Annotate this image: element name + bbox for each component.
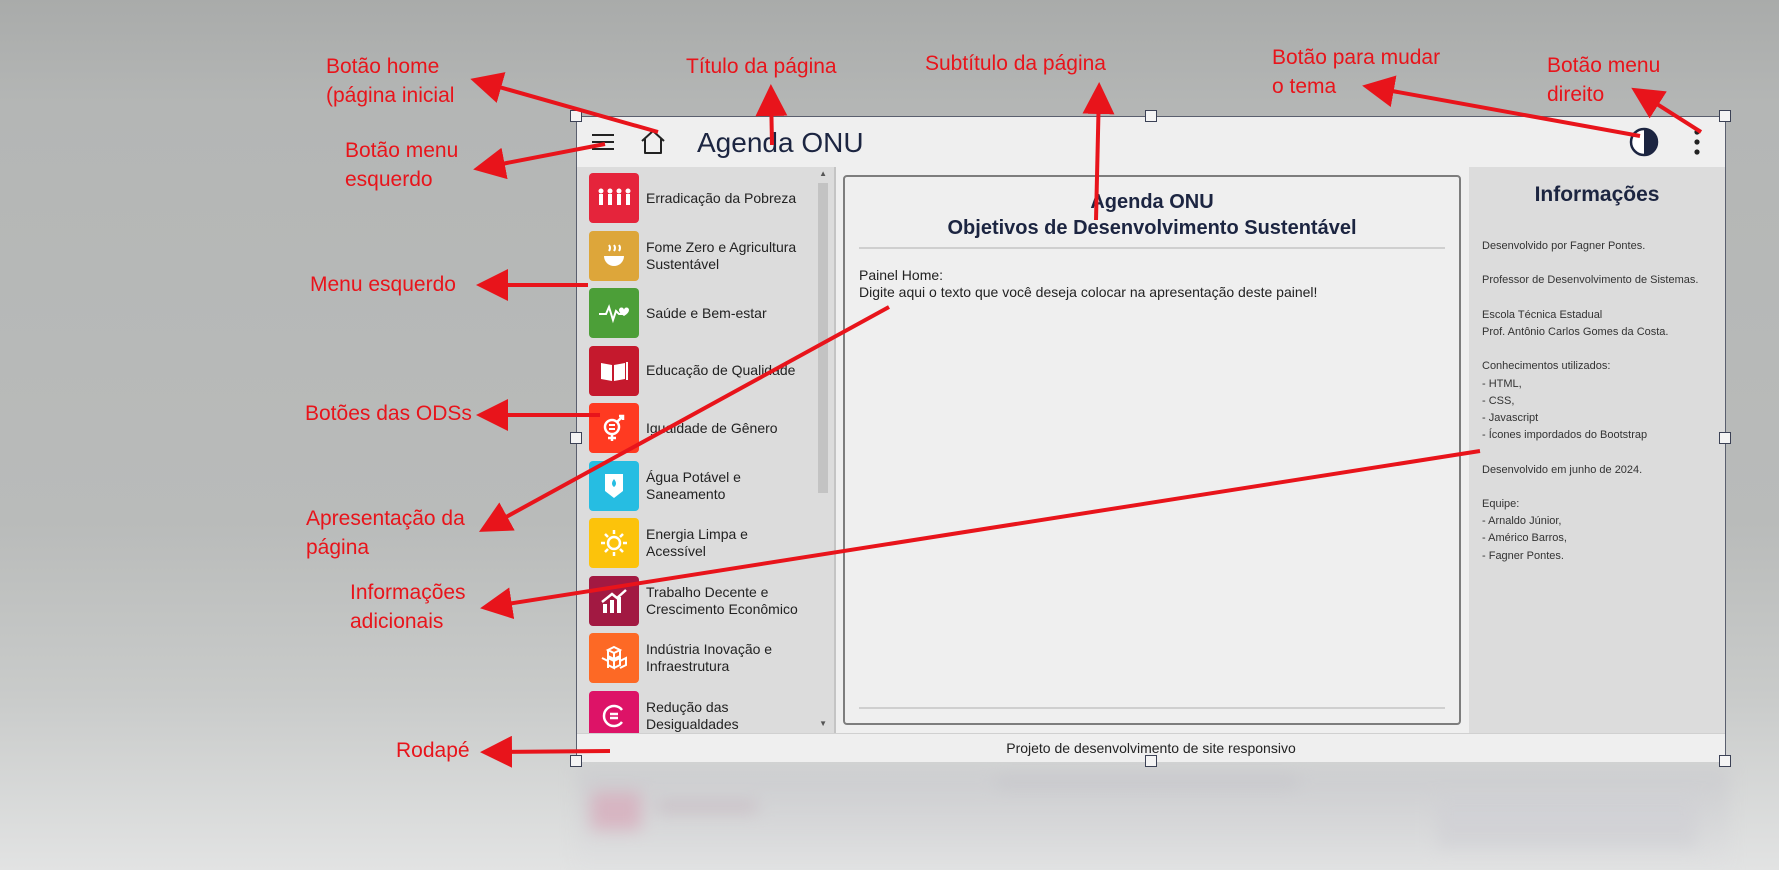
info-line: Desenvolvido por Fagner Pontes. (1482, 240, 1646, 252)
info-line (1482, 290, 1698, 307)
info-line: - HTML, (1482, 377, 1522, 390)
divider (834, 167, 836, 733)
info-line: - Arnaldo Júnior, (1482, 515, 1562, 528)
ods-button-9[interactable]: Indústria Inovação e Infraestrutura (589, 633, 809, 683)
ods-3-icon (589, 288, 639, 338)
info-line: - CSS, (1482, 394, 1515, 407)
ods-9-icon (589, 633, 639, 683)
resize-handle[interactable] (1719, 755, 1731, 767)
ods-label: Saúde e Bem-estar (646, 304, 767, 321)
ods-1-icon (589, 173, 639, 223)
info-line (1482, 444, 1698, 461)
info-panel: Informações Desenvolvido por Fagner Pont… (1469, 167, 1725, 733)
ods-button-5[interactable]: Igualdade de Gênero (589, 403, 809, 453)
ods-10-icon (589, 690, 639, 733)
ods-button-4[interactable]: Educação de Qualidade (589, 345, 809, 396)
ods-2-icon (589, 230, 639, 281)
info-line: Desenvolvido em junho de 2024. (1482, 463, 1643, 476)
hamburger-icon[interactable] (589, 128, 617, 156)
annotation-additional-info: Informações adicionais (350, 581, 466, 633)
annotation-theme-button: Botão para mudar o tema (1272, 46, 1441, 98)
ods-label: Indústria Inovação e Infraestrutura (646, 641, 773, 674)
ods-button-1[interactable]: Erradicação da Pobreza (589, 173, 809, 223)
info-line: - Fagner Pontes. (1482, 549, 1564, 562)
resize-handle[interactable] (1145, 110, 1157, 122)
page-subtitle: Objetivos de Desenvolvimento Sustentável (947, 217, 1357, 239)
annotation-home-button: Botão home (página inicial (326, 55, 455, 107)
ods-button-10[interactable]: Redução das Desigualdades (589, 690, 809, 733)
ods-5-icon (589, 403, 639, 453)
resize-handle[interactable] (1719, 432, 1731, 444)
screen-reflection (577, 768, 1729, 870)
half-circle-contrast-icon[interactable] (1627, 125, 1661, 159)
scrollbar-thumb[interactable] (818, 183, 828, 493)
ods-label: Trabalho Decente e Crescimento Econômico (646, 583, 798, 617)
divider (859, 707, 1445, 709)
ods-6-icon (589, 460, 639, 511)
annotation-right-menu-button: Botão menu direito (1547, 54, 1661, 106)
resize-handle[interactable] (570, 432, 582, 444)
app-window: Agenda ONU Erradicação da Pobreza Fome Ze… (576, 116, 1726, 762)
ods-label: Erradicação da Pobreza (646, 189, 797, 206)
left-menu: Erradicação da Pobreza Fome Zero e Agricu… (577, 167, 834, 733)
annotation-page-title: Título da página (686, 55, 837, 78)
info-line: Escola Técnica Estadual (1482, 308, 1603, 321)
info-line (1482, 479, 1698, 496)
vertical-dots-icon[interactable] (1687, 125, 1707, 159)
panel-text: Digite aqui o texto que você deseja colo… (859, 284, 1318, 300)
ods-4-icon (589, 345, 639, 396)
info-line: Equipe: (1482, 497, 1520, 510)
info-line (1482, 341, 1698, 358)
info-line (1482, 255, 1698, 272)
resize-handle[interactable] (570, 110, 582, 122)
resize-handle[interactable] (1719, 110, 1731, 122)
ods-button-7[interactable]: Energia Limpa e Acessível (589, 518, 809, 568)
annotation-left-menu-button: Botão menu esquerdo (345, 139, 459, 191)
resize-handle[interactable] (1145, 755, 1157, 767)
ods-list: Erradicação da Pobreza Fome Zero e Agricu… (589, 173, 809, 733)
info-line: Prof. Antônio Carlos Gomes da Costa. (1482, 325, 1669, 338)
ods-7-icon (589, 518, 639, 568)
presentation-panel: Agenda ONU Objetivos de Desenvolvimento … (843, 175, 1461, 725)
annotation-ods-buttons: Botões das ODSs (305, 402, 472, 425)
scroll-down-arrow-icon[interactable]: ▼ (819, 719, 827, 728)
ods-label: Educação de Qualidade (646, 362, 796, 378)
ods-button-3[interactable]: Saúde e Bem-estar (589, 288, 809, 338)
ods-button-6[interactable]: Água Potável e Saneamento (589, 460, 809, 511)
ods-label: Fome Zero e Agricultura Sustentável (646, 238, 797, 272)
scroll-up-arrow-icon[interactable]: ▲ (819, 169, 827, 178)
info-line: - Américo Barros, (1482, 532, 1567, 545)
info-line: Conhecimentos utilizados: (1482, 360, 1611, 373)
resize-handle[interactable] (570, 755, 582, 767)
panel-label: Painel Home: (859, 267, 944, 283)
info-line: Professor de Desenvolvimento de Sistemas… (1482, 274, 1699, 287)
annotation-page-presentation: Apresentação da página (306, 507, 465, 559)
ods-button-2[interactable]: Fome Zero e Agricultura Sustentável (589, 230, 809, 281)
ods-button-8[interactable]: Trabalho Decente e Crescimento Econômico (589, 575, 809, 626)
info-line: - Ícones impordados do Bootstrap (1482, 429, 1648, 442)
ods-label: Energia Limpa e Acessível (646, 526, 748, 559)
ods-8-icon (589, 575, 639, 626)
app-header: Agenda ONU (577, 117, 1725, 167)
info-line: - Javascript (1482, 411, 1539, 424)
annotation-footer: Rodapé (396, 739, 470, 762)
info-title: Informações (1534, 183, 1660, 206)
ods-label: Igualdade de Gênero (646, 419, 778, 436)
annotation-page-subtitle: Subtítulo da página (925, 52, 1106, 75)
info-lines: Desenvolvido por Fagner Pontes. Professor… (1482, 238, 1698, 565)
ods-label: Água Potável e Saneamento (646, 468, 741, 502)
annotation-left-menu: Menu esquerdo (310, 273, 456, 296)
divider (859, 247, 1445, 249)
house-icon[interactable] (637, 126, 669, 158)
main-heading: Agenda ONU (1090, 191, 1214, 213)
ods-label: Redução das Desigualdades (646, 698, 739, 732)
page-title: Agenda ONU (697, 127, 864, 158)
